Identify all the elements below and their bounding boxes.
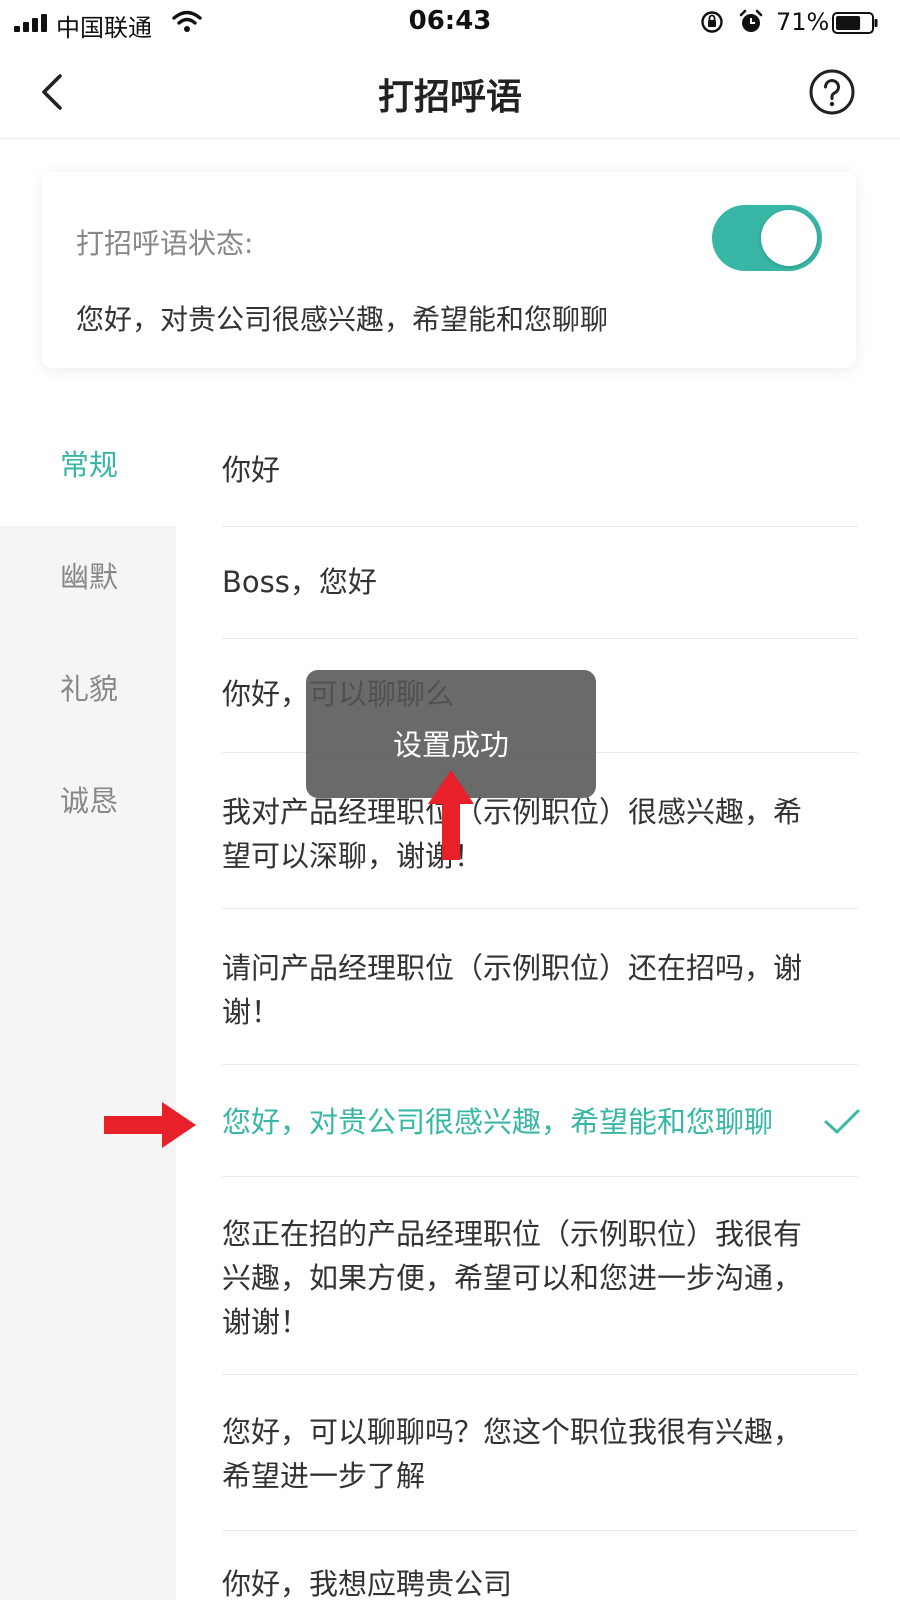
current-greeting-text: 您好，对贵公司很感兴趣，希望能和您聊聊	[76, 303, 609, 336]
wifi-icon	[172, 10, 202, 32]
divider	[222, 526, 858, 527]
category-tab-humor[interactable]: 幽默	[60, 554, 118, 596]
annotation-arrow-up-icon	[428, 770, 474, 860]
category-tab-polite[interactable]: 礼貌	[60, 666, 118, 708]
greeting-item-selected[interactable]: 您好，对贵公司很感兴趣，希望能和您聊聊	[222, 1100, 802, 1144]
page-title: 打招呼语	[377, 77, 522, 118]
divider	[222, 1530, 858, 1531]
greeting-item[interactable]: 您正在招的产品经理职位（示例职位）我很有兴趣，如果方便，希望可以和您进一步沟通，…	[222, 1212, 822, 1344]
divider	[222, 908, 858, 909]
toast-message: 设置成功	[392, 728, 509, 762]
divider	[222, 1064, 858, 1065]
signal-icon	[14, 14, 50, 32]
checkmark-icon	[824, 1109, 860, 1134]
greeting-item[interactable]: 你好	[222, 448, 822, 492]
greeting-item[interactable]: Boss，您好	[222, 560, 822, 604]
battery-percent: 71%	[776, 8, 830, 36]
greeting-item[interactable]: 您好，可以聊聊吗？您这个职位我很有兴趣，希望进一步了解	[222, 1410, 822, 1498]
nav-bar: 打招呼语	[0, 46, 900, 139]
help-icon[interactable]	[808, 68, 856, 116]
annotation-arrow-right-icon	[104, 1102, 196, 1148]
status-bar: 中国联通 06:43 71%	[0, 0, 900, 46]
divider	[222, 1374, 858, 1375]
carrier-name: 中国联通	[56, 14, 152, 42]
greeting-item[interactable]: 我对产品经理职位（示例职位）很感兴趣，希望可以深聊，谢谢！	[222, 790, 822, 878]
category-tab-sincere[interactable]: 诚恳	[60, 778, 118, 820]
alarm-icon	[739, 9, 763, 32]
status-label: 打招呼语状态:	[76, 227, 254, 260]
greeting-status-card: 打招呼语状态: 您好，对贵公司很感兴趣，希望能和您聊聊	[42, 172, 856, 368]
greeting-item[interactable]: 请问产品经理职位（示例职位）还在招吗，谢谢！	[222, 946, 822, 1034]
divider	[222, 1176, 858, 1177]
greeting-item[interactable]: 你好，我想应聘贵公司	[222, 1562, 822, 1606]
rotation-lock-icon	[701, 11, 723, 33]
battery-icon	[832, 12, 878, 34]
toggle-knob	[761, 210, 817, 266]
divider	[222, 638, 858, 639]
greeting-toggle-switch[interactable]	[712, 205, 822, 271]
back-arrow-icon[interactable]	[36, 70, 70, 114]
category-tab-regular[interactable]: 常规	[60, 442, 118, 484]
